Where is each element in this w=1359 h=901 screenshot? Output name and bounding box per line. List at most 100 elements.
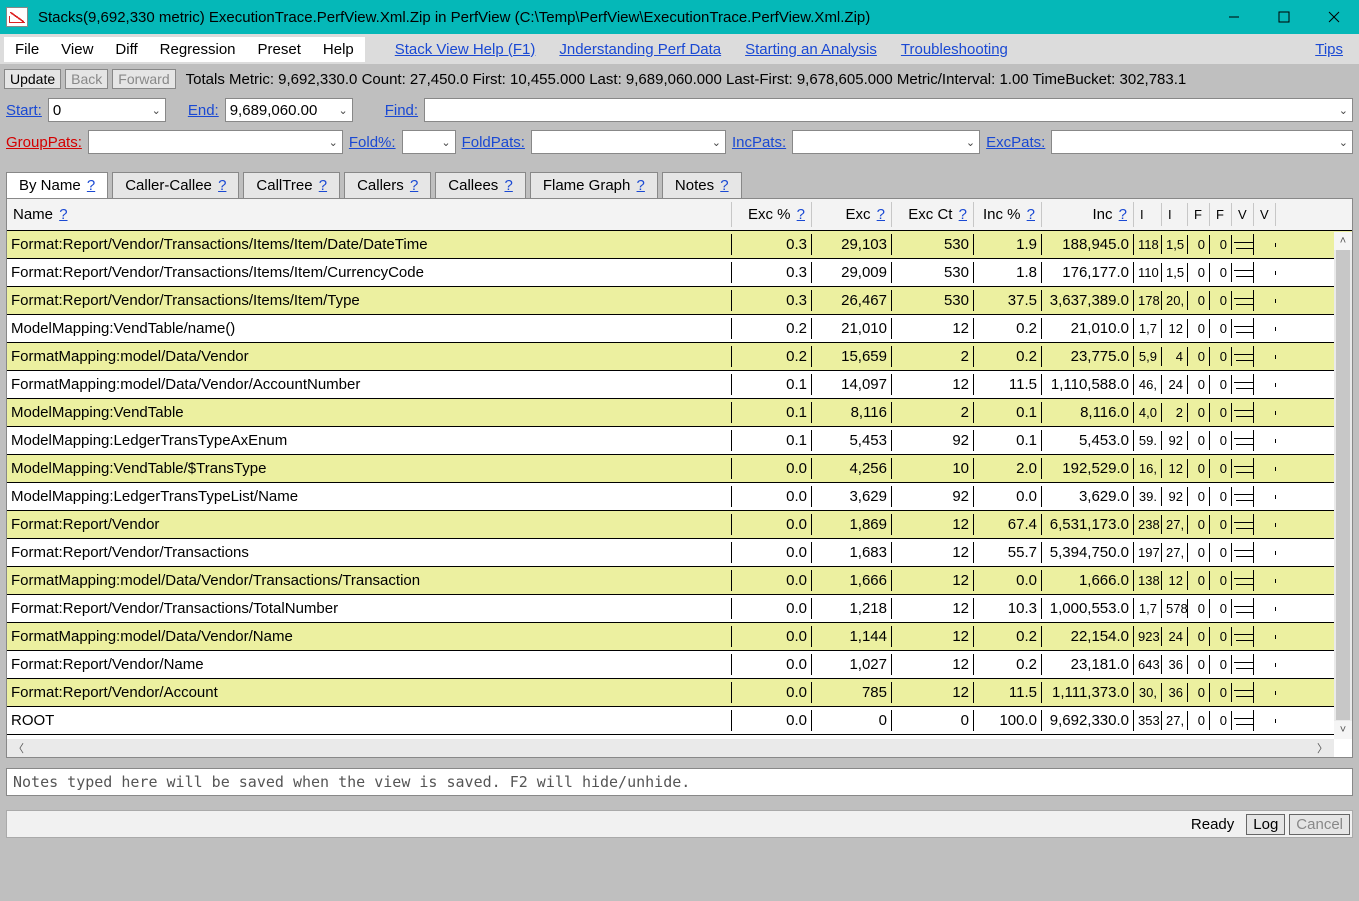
tab-callees[interactable]: Callees ? — [435, 172, 526, 198]
table-row[interactable]: Format:Report/Vendor/Name0.01,027120.223… — [7, 651, 1352, 679]
table-row[interactable]: ModelMapping:LedgerTransTypeAxEnum0.15,4… — [7, 427, 1352, 455]
menu-help[interactable]: Help — [312, 37, 365, 62]
table-row[interactable]: ModelMapping:LedgerTransTypeList/Name0.0… — [7, 483, 1352, 511]
table-row[interactable]: Format:Report/Vendor/Account0.07851211.5… — [7, 679, 1352, 707]
foldpct-label[interactable]: Fold%: — [349, 134, 396, 151]
help-icon[interactable]: ? — [1119, 206, 1127, 223]
find-input[interactable] — [425, 102, 1335, 119]
foldpats-input[interactable] — [532, 134, 708, 151]
link-tips[interactable]: Tips — [1303, 38, 1355, 61]
scroll-right-icon[interactable]: 〉 — [1311, 740, 1334, 756]
help-icon[interactable]: ? — [319, 177, 327, 194]
end-combo[interactable]: ⌄ — [225, 98, 353, 122]
tab-by-name[interactable]: By Name ? — [6, 172, 108, 199]
table-row[interactable]: Format:Report/Vendor/Transactions/Items/… — [7, 259, 1352, 287]
grouppats-combo[interactable]: ⌄ — [88, 130, 343, 154]
excpats-label[interactable]: ExcPats: — [986, 134, 1045, 151]
link-troubleshooting[interactable]: Troubleshooting — [889, 38, 1020, 61]
incpats-combo[interactable]: ⌄ — [792, 130, 980, 154]
col-small-3[interactable]: F — [1188, 203, 1210, 226]
table-row[interactable]: FormatMapping:model/Data/Vendor/Transact… — [7, 567, 1352, 595]
table-row[interactable]: ModelMapping:VendTable0.18,11620.18,116.… — [7, 399, 1352, 427]
scroll-up-icon[interactable]: ˄ — [1334, 232, 1352, 250]
col-inc-pct[interactable]: Inc % ? — [974, 202, 1042, 227]
tab-flame-graph[interactable]: Flame Graph ? — [530, 172, 658, 198]
cancel-button[interactable]: Cancel — [1289, 814, 1350, 835]
table-row[interactable]: FormatMapping:model/Data/Vendor/Name0.01… — [7, 623, 1352, 651]
tab-calltree[interactable]: CallTree ? — [243, 172, 340, 198]
table-row[interactable]: ModelMapping:VendTable/name()0.221,01012… — [7, 315, 1352, 343]
link-stack-view-help[interactable]: Stack View Help (F1) — [383, 38, 548, 61]
incpats-input[interactable] — [793, 134, 962, 151]
help-icon[interactable]: ? — [410, 177, 418, 194]
col-small-5[interactable]: V — [1232, 203, 1254, 226]
col-exc-ct[interactable]: Exc Ct ? — [892, 202, 974, 227]
scroll-thumb[interactable] — [1336, 250, 1350, 720]
foldpct-input[interactable] — [403, 134, 438, 151]
excpats-combo[interactable]: ⌄ — [1051, 130, 1353, 154]
col-small-2[interactable]: I — [1162, 203, 1188, 226]
find-label[interactable]: Find: — [385, 102, 418, 119]
menu-file[interactable]: File — [4, 37, 50, 62]
menu-preset[interactable]: Preset — [247, 37, 312, 62]
notes-input[interactable]: Notes typed here will be saved when the … — [6, 768, 1353, 796]
grouppats-label[interactable]: GroupPats: — [6, 134, 82, 151]
col-small-1[interactable]: I — [1134, 203, 1162, 226]
table-row[interactable]: Format:Report/Vendor/Transactions0.01,68… — [7, 539, 1352, 567]
col-name[interactable]: Name ? — [7, 202, 732, 227]
help-icon[interactable]: ? — [637, 177, 645, 194]
menu-view[interactable]: View — [50, 37, 104, 62]
col-small-4[interactable]: F — [1210, 203, 1232, 226]
grouppats-input[interactable] — [89, 134, 325, 151]
foldpats-combo[interactable]: ⌄ — [531, 130, 726, 154]
incpats-label[interactable]: IncPats: — [732, 134, 786, 151]
update-button[interactable]: Update — [4, 69, 61, 89]
end-input[interactable] — [226, 102, 335, 119]
help-icon[interactable]: ? — [797, 206, 805, 223]
help-icon[interactable]: ? — [720, 177, 728, 194]
log-button[interactable]: Log — [1246, 814, 1285, 835]
col-exc-pct[interactable]: Exc % ? — [732, 202, 812, 227]
help-icon[interactable]: ? — [59, 206, 67, 223]
menu-regression[interactable]: Regression — [149, 37, 247, 62]
col-inc[interactable]: Inc ? — [1042, 202, 1134, 227]
table-row[interactable]: Format:Report/Vendor0.01,8691267.46,531,… — [7, 511, 1352, 539]
table-row[interactable]: ModelMapping:VendTable/$TransType0.04,25… — [7, 455, 1352, 483]
menu-diff[interactable]: Diff — [104, 37, 148, 62]
minimize-button[interactable] — [1209, 0, 1259, 34]
help-icon[interactable]: ? — [1027, 206, 1035, 223]
help-icon[interactable]: ? — [87, 177, 95, 194]
back-button[interactable]: Back — [65, 69, 108, 89]
link-understanding-perf-data[interactable]: Jnderstanding Perf Data — [547, 38, 733, 61]
table-row[interactable]: FormatMapping:model/Data/Vendor0.215,659… — [7, 343, 1352, 371]
table-row[interactable]: FormatMapping:model/Data/Vendor/AccountN… — [7, 371, 1352, 399]
table-row[interactable]: Format:Report/Vendor/Transactions/Items/… — [7, 287, 1352, 315]
scroll-left-icon[interactable]: 〈 — [7, 740, 30, 756]
forward-button[interactable]: Forward — [112, 69, 175, 89]
help-icon[interactable]: ? — [959, 206, 967, 223]
table-row[interactable]: ROOT0.000100.09,692,330.035327,00 — [7, 707, 1352, 735]
tab-notes[interactable]: Notes ? — [662, 172, 742, 198]
vertical-scrollbar[interactable]: ˄ ˅ — [1334, 232, 1352, 739]
foldpct-combo[interactable]: ⌄ — [402, 130, 456, 154]
horizontal-scrollbar[interactable]: 〈 〉 — [7, 739, 1334, 757]
foldpats-label[interactable]: FoldPats: — [462, 134, 525, 151]
start-input[interactable] — [49, 102, 148, 119]
start-combo[interactable]: ⌄ — [48, 98, 166, 122]
help-icon[interactable]: ? — [504, 177, 512, 194]
link-starting-an-analysis[interactable]: Starting an Analysis — [733, 38, 889, 61]
maximize-button[interactable] — [1259, 0, 1309, 34]
table-row[interactable]: Format:Report/Vendor/Transactions/TotalN… — [7, 595, 1352, 623]
end-label[interactable]: End: — [188, 102, 219, 119]
excpats-input[interactable] — [1052, 134, 1334, 151]
col-small-6[interactable]: V — [1254, 203, 1276, 226]
scroll-down-icon[interactable]: ˅ — [1334, 721, 1352, 739]
find-combo[interactable]: ⌄ — [424, 98, 1353, 122]
col-exc[interactable]: Exc ? — [812, 202, 892, 227]
start-label[interactable]: Start: — [6, 102, 42, 119]
close-button[interactable] — [1309, 0, 1359, 34]
tab-callers[interactable]: Callers ? — [344, 172, 431, 198]
tab-caller-callee[interactable]: Caller-Callee ? — [112, 172, 239, 198]
help-icon[interactable]: ? — [218, 177, 226, 194]
table-row[interactable]: Format:Report/Vendor/Transactions/Items/… — [7, 231, 1352, 259]
